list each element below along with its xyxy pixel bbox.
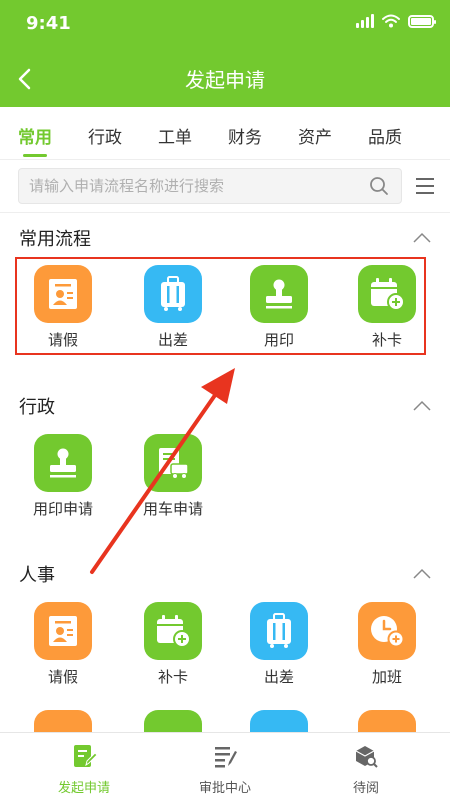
app-item-partial[interactable]: [234, 710, 324, 732]
tab-admin[interactable]: 行政: [70, 107, 140, 159]
nav-item-to-read[interactable]: 待阅: [316, 743, 416, 796]
document-icon: [34, 710, 92, 732]
nav-label: 审批中心: [198, 781, 251, 796]
category-tabs: 常用 行政 工单 财务 资产 品质: [0, 107, 450, 160]
document-icon: [250, 710, 308, 732]
leave-icon: [34, 602, 92, 660]
app-item-partial[interactable]: [342, 710, 432, 732]
app-item-card-fix[interactable]: 补卡: [128, 602, 218, 687]
list-menu-icon[interactable]: [416, 178, 434, 194]
status-icons: [356, 14, 436, 28]
chevron-up-icon[interactable]: [413, 568, 431, 580]
app-item-leave[interactable]: 请假: [18, 602, 108, 687]
search-icon[interactable]: [369, 176, 389, 196]
signal-icon: [356, 14, 374, 28]
nav-label: 发起申请: [57, 781, 110, 796]
hr-grid-next-row: [0, 710, 450, 732]
search-input[interactable]: [29, 169, 359, 203]
item-label: 加班: [371, 668, 402, 686]
item-label: 请假: [47, 668, 78, 686]
app-item-partial[interactable]: [18, 710, 108, 732]
person-icon: [358, 710, 416, 732]
search-row: [0, 160, 450, 213]
app-item-partial[interactable]: [128, 710, 218, 732]
bottom-nav: 发起申请 审批中心 待阅: [0, 732, 450, 800]
annotation-arrow-icon: [90, 368, 235, 574]
item-label: 出差: [263, 668, 294, 686]
wifi-icon: [382, 14, 400, 28]
chevron-up-icon[interactable]: [413, 232, 431, 244]
status-time: 9:41: [26, 13, 71, 34]
nav-item-approval[interactable]: 审批中心: [175, 743, 275, 796]
calendar-add-icon: [144, 602, 202, 660]
approve-icon: [215, 747, 237, 768]
tab-workorder[interactable]: 工单: [140, 107, 210, 159]
item-label: 补卡: [157, 668, 188, 686]
app-item-trip[interactable]: 出差: [234, 602, 324, 687]
tabs-fade: [426, 107, 450, 159]
nav-item-apply[interactable]: 发起申请: [34, 743, 134, 796]
overtime-clock-icon: [358, 602, 416, 660]
nav-label: 待阅: [352, 781, 379, 796]
suitcase-icon: [250, 602, 308, 660]
tab-assets[interactable]: 资产: [280, 107, 350, 159]
document-icon: [144, 710, 202, 732]
inbox-icon: [355, 746, 378, 768]
chevron-up-icon[interactable]: [413, 400, 431, 412]
section-title-common: 常用流程: [19, 229, 91, 250]
section-common-header[interactable]: 常用流程: [19, 225, 431, 255]
app-item-overtime[interactable]: 加班: [342, 602, 432, 687]
edit-icon: [74, 745, 98, 767]
page-title: 发起申请: [185, 68, 265, 92]
battery-icon: [408, 14, 436, 28]
tab-finance[interactable]: 财务: [210, 107, 280, 159]
tab-quality[interactable]: 品质: [350, 107, 420, 159]
highlight-frame: [15, 257, 426, 355]
app-header: 9:41 发起申请: [0, 0, 450, 107]
search-box: [18, 168, 402, 204]
tab-common[interactable]: 常用: [0, 107, 70, 159]
